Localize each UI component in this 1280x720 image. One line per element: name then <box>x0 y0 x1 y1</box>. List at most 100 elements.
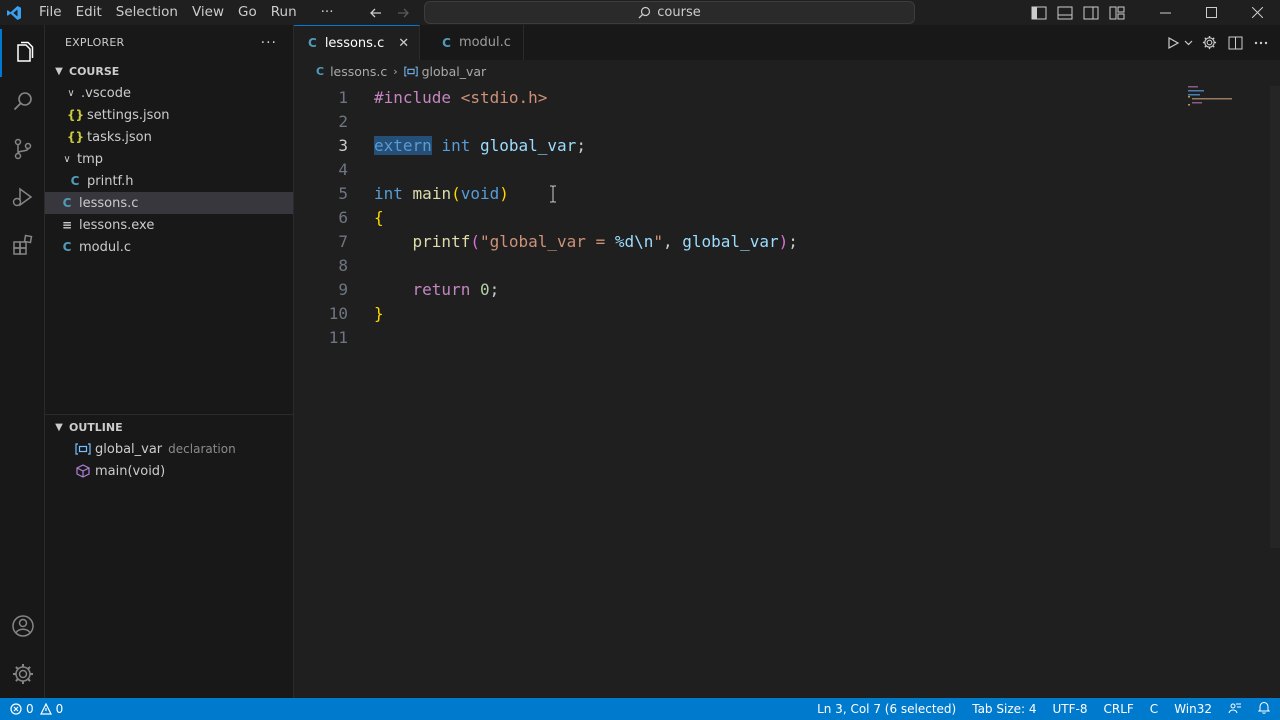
minimize-button[interactable] <box>1142 0 1188 25</box>
preprocessor-token: #include <box>374 88 452 107</box>
string-token: " <box>653 232 663 251</box>
explorer-icon[interactable] <box>0 29 45 77</box>
warning-icon <box>39 703 52 715</box>
c-file-icon: C <box>62 240 72 254</box>
menu-go[interactable]: Go <box>231 0 264 25</box>
c-file-icon: C <box>316 64 325 78</box>
breadcrumb-file[interactable]: lessons.c <box>330 64 387 79</box>
tree-file-printf-h[interactable]: C printf.h <box>45 170 293 192</box>
search-view-icon[interactable] <box>0 77 45 125</box>
run-file-icon[interactable] <box>1162 32 1184 54</box>
close-window-button[interactable] <box>1234 0 1280 25</box>
source-control-icon[interactable] <box>0 125 45 173</box>
menu-view[interactable]: View <box>185 0 231 25</box>
language-mode[interactable]: C <box>1142 702 1166 716</box>
brace-token: } <box>374 304 384 323</box>
folder-course-header[interactable]: ▼ COURSE <box>45 60 293 82</box>
activity-bar <box>0 25 45 698</box>
include-header-token: <stdio.h> <box>451 88 548 107</box>
outline-header[interactable]: ▼ OUTLINE <box>45 416 294 438</box>
close-tab-icon[interactable]: ✕ <box>398 36 409 51</box>
line-number: 11 <box>328 328 348 347</box>
tree-item-label: modul.c <box>79 239 131 255</box>
cursor-position[interactable]: Ln 3, Col 7 (6 selected) <box>809 702 964 716</box>
code-line-9: 9 return 0; <box>294 278 1280 302</box>
tree-file-lessons-exe[interactable]: ≡ lessons.exe <box>45 214 293 236</box>
problems-indicator[interactable]: 0 0 <box>0 702 63 716</box>
tree-item-label: tasks.json <box>87 129 152 145</box>
maximize-button[interactable] <box>1188 0 1234 25</box>
c-file-icon: C <box>62 196 72 210</box>
feedback-icon[interactable] <box>1220 701 1250 718</box>
chevron-down-icon: ▼ <box>55 65 63 77</box>
punctuation-token: ; <box>576 136 586 155</box>
line-number: 6 <box>338 208 348 227</box>
outline-item-main[interactable]: main(void) <box>45 460 294 482</box>
code-line-5: 5 int main(void) <box>294 182 1280 206</box>
accounts-icon[interactable] <box>0 602 45 650</box>
outline-item-global-var[interactable]: global_var declaration <box>45 438 294 460</box>
tab-lessons-c[interactable]: C lessons.c ✕ <box>294 25 421 60</box>
toggle-primary-sidebar-icon[interactable] <box>1026 0 1052 25</box>
menu-edit[interactable]: Edit <box>69 0 109 25</box>
minimap[interactable] <box>1188 86 1268 126</box>
forward-arrow-icon[interactable] <box>391 0 415 25</box>
run-debug-icon[interactable] <box>0 173 45 221</box>
tree-file-tasks-json[interactable]: {} tasks.json <box>45 126 293 148</box>
format-token: %d\n <box>614 232 654 251</box>
tree-item-label: settings.json <box>87 107 170 123</box>
paren-token: ( <box>470 232 480 251</box>
vscode-logo-icon <box>0 0 28 25</box>
extensions-icon[interactable] <box>0 221 45 269</box>
c-file-icon: C <box>308 36 317 50</box>
line-number: 3 <box>338 136 348 155</box>
explorer-more-actions[interactable]: ··· <box>261 35 277 51</box>
outline-item-label: main(void) <box>95 463 166 479</box>
platform-configuration[interactable]: Win32 <box>1166 702 1220 716</box>
more-actions-icon[interactable] <box>1250 32 1272 54</box>
tab-size[interactable]: Tab Size: 4 <box>964 702 1044 716</box>
breadcrumb-symbol[interactable]: global_var <box>422 64 487 79</box>
tree-item-label: printf.h <box>87 173 134 189</box>
line-number: 7 <box>338 232 348 251</box>
menu-more[interactable]: ··· <box>314 0 341 25</box>
customize-layout-icon[interactable] <box>1104 0 1130 25</box>
tree-file-modul-c[interactable]: C modul.c <box>45 236 293 258</box>
punctuation-token: ; <box>788 232 798 251</box>
back-arrow-icon[interactable] <box>364 0 388 25</box>
explorer-title: EXPLORER <box>65 36 125 49</box>
editor-tabs: C lessons.c ✕ C modul.c <box>294 25 1280 60</box>
run-dropdown-chevron-icon[interactable] <box>1182 32 1194 54</box>
toggle-panel-icon[interactable] <box>1052 0 1078 25</box>
json-file-icon: {} <box>67 130 85 144</box>
editor-scrollbar[interactable] <box>1270 86 1280 548</box>
tree-file-lessons-c[interactable]: C lessons.c <box>45 192 293 214</box>
manage-gear-icon[interactable] <box>0 650 45 698</box>
tree-file-settings-json[interactable]: {} settings.json <box>45 104 293 126</box>
end-of-line[interactable]: CRLF <box>1095 702 1141 716</box>
menu-run[interactable]: Run <box>264 0 304 25</box>
punctuation-token: , <box>663 232 683 251</box>
line-number: 5 <box>338 184 348 203</box>
paren-token: ) <box>499 184 509 203</box>
tab-modul-c[interactable]: C modul.c <box>420 25 525 60</box>
tree-folder-tmp[interactable]: ∨ tmp <box>45 148 293 170</box>
code-editor[interactable]: 1 #include <stdio.h> 2 3 extern int glob… <box>294 86 1280 350</box>
outline-section: ▼ OUTLINE global_var declaration main(vo… <box>45 414 294 482</box>
string-token: "global_var = <box>479 232 615 251</box>
c-file-icon: C <box>70 174 80 188</box>
settings-gear-icon[interactable] <box>1198 32 1220 54</box>
status-bar: 0 0 Ln 3, Col 7 (6 selected) Tab Size: 4… <box>0 698 1280 720</box>
command-center-search[interactable]: course <box>424 1 915 24</box>
menu-file[interactable]: File <box>32 0 69 25</box>
notifications-bell-icon[interactable] <box>1250 701 1271 717</box>
toggle-secondary-sidebar-icon[interactable] <box>1078 0 1104 25</box>
menu-selection[interactable]: Selection <box>109 0 185 25</box>
tree-folder-vscode[interactable]: ∨ .vscode <box>45 82 293 104</box>
split-editor-icon[interactable] <box>1224 32 1246 54</box>
editor-area: C lessons.c ✕ C modul.c C lessons.c › gl… <box>294 25 1280 698</box>
identifier-token: global_var <box>479 136 577 155</box>
identifier-token: global_var <box>682 232 779 251</box>
file-encoding[interactable]: UTF-8 <box>1045 702 1096 716</box>
outline-item-detail: declaration <box>168 442 236 456</box>
